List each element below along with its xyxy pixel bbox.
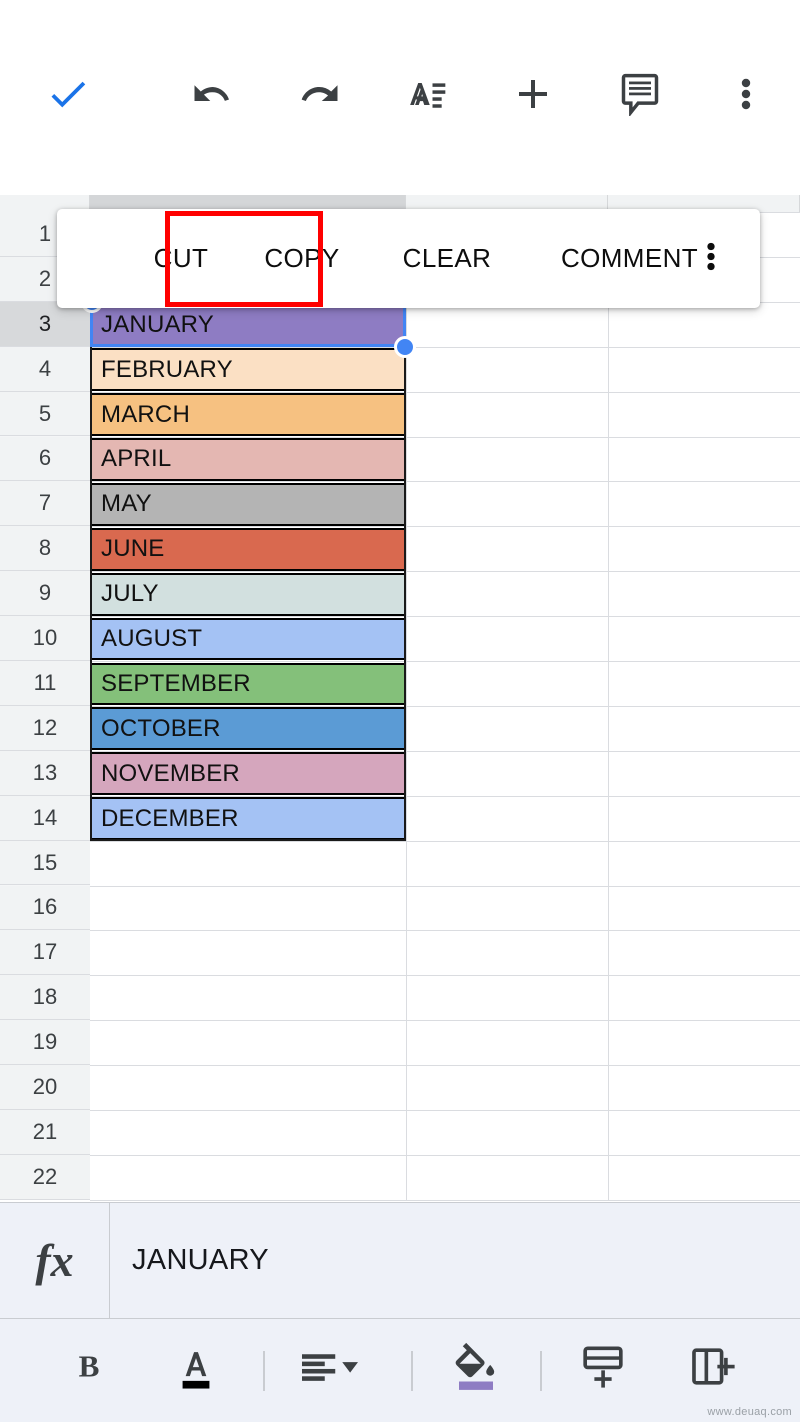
text-format-button[interactable] (395, 62, 459, 126)
grid-line-horizontal (90, 930, 800, 931)
row-header-9[interactable]: 9 (0, 571, 90, 617)
row-header-16[interactable]: 16 (0, 885, 90, 931)
plus-icon (509, 70, 557, 118)
align-button[interactable] (299, 1346, 361, 1393)
cell-context-menu[interactable]: CUT COPY CLEAR COMMENT (57, 209, 760, 308)
fill-bucket-icon (451, 1339, 503, 1400)
formula-bar[interactable]: fx JANUARY (0, 1202, 800, 1319)
grid-line-horizontal (90, 481, 800, 482)
row-header-6[interactable]: 6 (0, 436, 90, 482)
row-header-17[interactable]: 17 (0, 930, 90, 976)
grid-line-horizontal (90, 841, 800, 842)
top-toolbar (0, 0, 800, 186)
toolbar-separator (540, 1351, 542, 1391)
row-header-5[interactable]: 5 (0, 391, 90, 437)
accept-checkmark-button[interactable] (36, 62, 100, 126)
text-format-icon (405, 72, 449, 116)
cell-B7[interactable]: MAY (90, 482, 406, 526)
cell-B3[interactable]: JANUARY (90, 303, 406, 347)
cell-B12[interactable]: OCTOBER (90, 707, 406, 751)
comment-icon (618, 72, 662, 116)
insert-button[interactable] (501, 62, 565, 126)
grid-line-horizontal (90, 1110, 800, 1111)
bold-icon: B (73, 1345, 107, 1394)
cell-B4[interactable]: FEBRUARY (90, 348, 406, 392)
row-header-3[interactable]: 3 (0, 301, 90, 347)
grid-line-horizontal (90, 1065, 800, 1066)
cell-B5[interactable]: MARCH (90, 393, 406, 436)
grid-line-vertical (608, 212, 609, 1200)
row-header-14[interactable]: 14 (0, 795, 90, 841)
row-header-15[interactable]: 15 (0, 840, 90, 886)
cell-B14[interactable]: DECEMBER (90, 797, 406, 841)
redo-button[interactable] (288, 62, 352, 126)
grid-cells[interactable]: JANUARY FEBRUARY MARCH APRIL MAY JUNE JULY AUGU… (81, 212, 800, 1201)
row-header-22[interactable]: 22 (0, 1154, 90, 1200)
cell-B8[interactable]: JUNE (90, 527, 406, 571)
row-header-7[interactable]: 7 (0, 481, 90, 527)
toolbar-separator (263, 1351, 265, 1391)
cell-B13[interactable]: NOVEMBER (90, 752, 406, 796)
spreadsheet-grid[interactable]: 1 2 3 4 5 6 7 8 9 10 11 12 13 14 15 16 17 18 19 20 21 22 JANU… (0, 186, 800, 1201)
text-color-icon (173, 1341, 219, 1398)
cell-B9[interactable]: JULY (90, 572, 406, 616)
cell-B6[interactable]: APRIL (90, 438, 406, 481)
fill-color-button[interactable] (451, 1339, 503, 1400)
row-header-18[interactable]: 18 (0, 975, 90, 1021)
redo-icon (299, 73, 341, 115)
svg-text:B: B (79, 1348, 100, 1383)
bottom-format-toolbar: B (0, 1319, 800, 1422)
three-dots-vertical-icon (729, 72, 763, 116)
undo-button[interactable] (180, 62, 244, 126)
grid-line-horizontal (90, 975, 800, 976)
toolbar-separator (411, 1351, 413, 1391)
grid-line-horizontal (90, 886, 800, 887)
insert-row-icon (580, 1343, 626, 1396)
row-header-4[interactable]: 4 (0, 346, 90, 392)
grid-line-vertical (406, 212, 407, 1200)
check-icon (45, 71, 91, 117)
context-menu-item-comment[interactable]: COMMENT (522, 209, 737, 308)
row-header-21[interactable]: 21 (0, 1110, 90, 1155)
row-header-12[interactable]: 12 (0, 705, 90, 751)
context-menu-item-clear[interactable]: CLEAR (372, 209, 522, 308)
row-header-8[interactable]: 8 (0, 526, 90, 572)
site-watermark: www.deuaq.com (707, 1406, 792, 1418)
cell-B10[interactable]: AUGUST (90, 617, 406, 661)
grid-line-horizontal (90, 1020, 800, 1021)
comment-button[interactable] (608, 62, 672, 126)
cell-B11[interactable]: SEPTEMBER (90, 662, 406, 706)
grid-line-horizontal (90, 1200, 800, 1201)
row-header-11[interactable]: 11 (0, 661, 90, 706)
overflow-menu-button[interactable] (714, 62, 778, 126)
row-header-13[interactable]: 13 (0, 750, 90, 796)
bold-button[interactable]: B (73, 1345, 107, 1394)
undo-icon (191, 73, 233, 115)
insert-column-icon (689, 1343, 735, 1396)
row-header-10[interactable]: 10 (0, 616, 90, 661)
text-color-button[interactable] (173, 1341, 219, 1398)
row-header-19[interactable]: 19 (0, 1020, 90, 1066)
fx-icon: fx (0, 1202, 110, 1319)
align-left-icon (299, 1346, 361, 1393)
row-header-20[interactable]: 20 (0, 1065, 90, 1110)
context-menu-item-copy[interactable]: COPY (232, 209, 372, 308)
formula-input[interactable]: JANUARY (110, 1244, 269, 1277)
grid-line-horizontal (90, 1155, 800, 1156)
insert-row-button[interactable] (580, 1343, 626, 1396)
sheets-mobile-screen: 1 2 3 4 5 6 7 8 9 10 11 12 13 14 15 16 17 18 19 20 21 22 JANU… (0, 0, 800, 1422)
row-headers: 1 2 3 4 5 6 7 8 9 10 11 12 13 14 15 16 17 18 19 20 21 22 (0, 212, 90, 1200)
context-menu-item-cut[interactable]: CUT (130, 209, 232, 308)
insert-column-button[interactable] (689, 1343, 735, 1396)
selection-handle-bottom-right[interactable] (394, 335, 416, 358)
